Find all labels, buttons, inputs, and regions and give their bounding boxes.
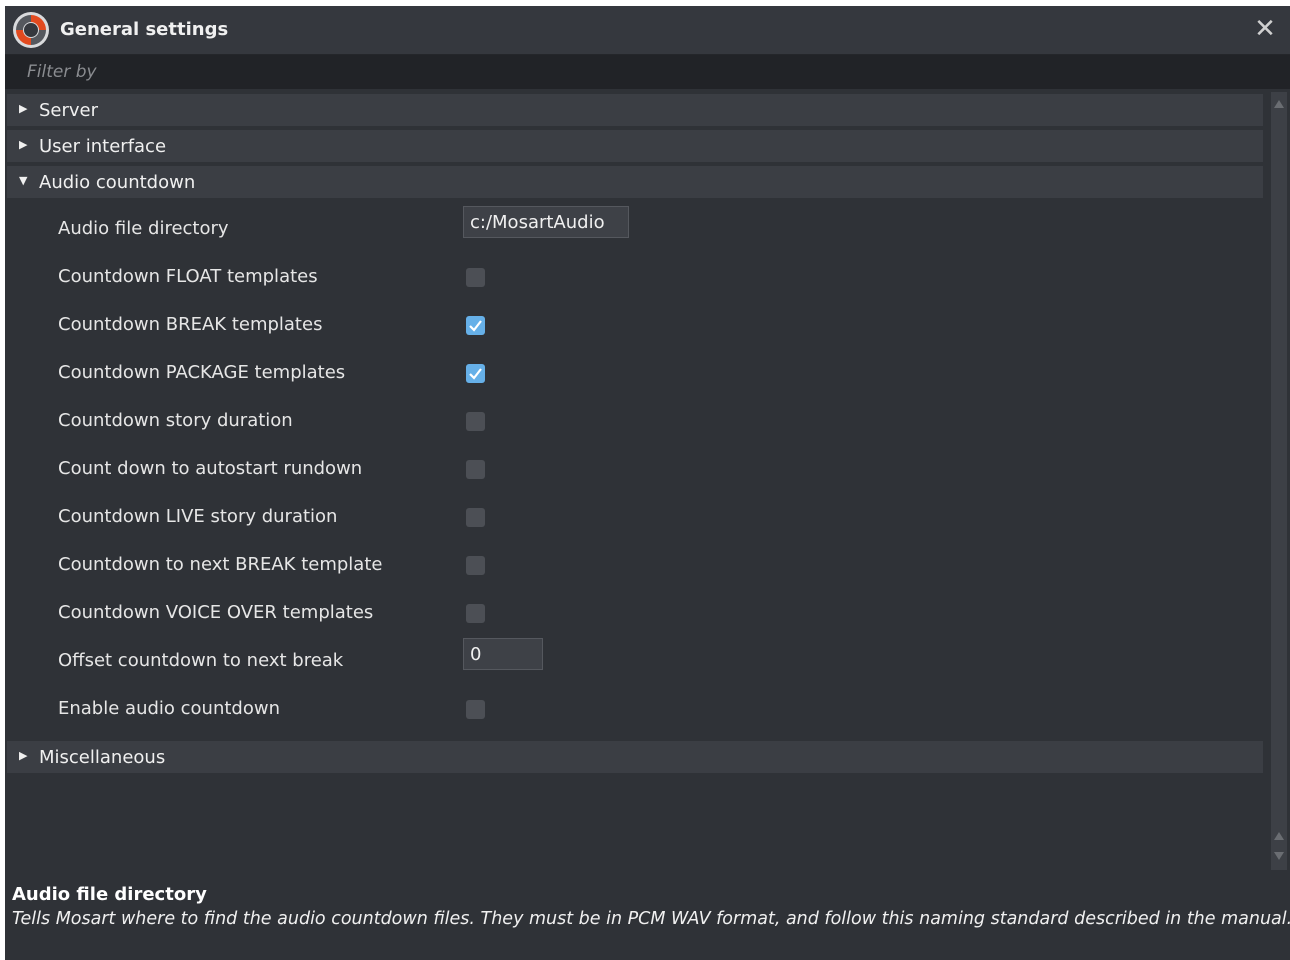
scrollbar-thumb[interactable] [1271,92,1287,870]
description-text: Tells Mosart where to find the audio cou… [12,909,1290,929]
section-label: Miscellaneous [39,747,166,768]
section-label: Audio countdown [39,172,196,193]
setting-label: Countdown story duration [58,410,293,431]
setting-label: Countdown VOICE OVER templates [58,602,374,623]
countdown-break-templates-checkbox[interactable] [466,316,485,335]
count-down-to-autostart-rundown-checkbox[interactable] [466,460,485,479]
vertical-scrollbar[interactable] [1268,90,1290,872]
countdown-live-story-duration-checkbox[interactable] [466,508,485,527]
section-user-interface[interactable]: ▶ User interface [7,130,1263,162]
setting-row-countdown-voice-over-templates: Countdown VOICE OVER templates [5,590,1266,638]
filter-bar [5,55,1290,89]
filter-input[interactable] [5,55,1285,89]
setting-label: Enable audio countdown [58,698,280,719]
setting-row-countdown-float-templates: Countdown FLOAT templates [5,254,1266,302]
checkmark-icon [469,368,482,380]
setting-label: Offset countdown to next break [58,650,344,671]
collapse-triangle-icon: ▼ [19,174,28,187]
setting-row-audio-file-directory: Audio file directory [5,206,1266,254]
offset-countdown-input[interactable] [463,638,543,670]
section-audio-countdown[interactable]: ▼ Audio countdown [7,166,1263,198]
expand-triangle-icon: ▶ [19,102,28,115]
section-label: Server [39,100,99,121]
app-logo-icon [12,11,50,49]
setting-row-offset-countdown-to-next-break: Offset countdown to next break [5,638,1266,686]
section-label: User interface [39,136,167,157]
settings-tree: ▶ Server ▶ User interface ▼ Audio countd… [5,90,1266,872]
setting-label: Audio file directory [58,218,229,239]
setting-row-countdown-package-templates: Countdown PACKAGE templates [5,350,1266,398]
expand-triangle-icon: ▶ [19,138,28,151]
countdown-story-duration-checkbox[interactable] [466,412,485,431]
countdown-package-templates-checkbox[interactable] [466,364,485,383]
countdown-float-templates-checkbox[interactable] [466,268,485,287]
setting-row-countdown-live-story-duration: Countdown LIVE story duration [5,494,1266,542]
setting-label: Countdown LIVE story duration [58,506,338,527]
setting-row-countdown-to-next-break-template: Countdown to next BREAK template [5,542,1266,590]
scroll-page-up-arrow-icon[interactable] [1274,832,1284,840]
section-server[interactable]: ▶ Server [7,94,1263,126]
scroll-up-arrow-icon[interactable] [1274,100,1284,108]
checkmark-icon [469,320,482,332]
title-bar: General settings ✕ [5,6,1290,55]
expand-triangle-icon: ▶ [19,749,28,762]
setting-label: Count down to autostart rundown [58,458,363,479]
setting-row-enable-audio-countdown: Enable audio countdown [5,686,1266,734]
setting-label: Countdown to next BREAK template [58,554,383,575]
setting-label: Countdown FLOAT templates [58,266,318,287]
setting-label: Countdown BREAK templates [58,314,323,335]
countdown-voice-over-templates-checkbox[interactable] [466,604,485,623]
setting-label: Countdown PACKAGE templates [58,362,346,383]
close-icon[interactable]: ✕ [1250,14,1280,44]
settings-window: General settings ✕ ▶ Server ▶ User inter… [5,6,1290,960]
setting-row-count-down-to-autostart-rundown: Count down to autostart rundown [5,446,1266,494]
description-title: Audio file directory [12,884,207,905]
window-title: General settings [60,19,229,40]
enable-audio-countdown-checkbox[interactable] [466,700,485,719]
setting-row-countdown-story-duration: Countdown story duration [5,398,1266,446]
countdown-to-next-break-template-checkbox[interactable] [466,556,485,575]
section-miscellaneous[interactable]: ▶ Miscellaneous [7,741,1263,773]
setting-row-countdown-break-templates: Countdown BREAK templates [5,302,1266,350]
scroll-down-arrow-icon[interactable] [1274,852,1284,860]
audio-file-directory-input[interactable] [463,206,629,238]
